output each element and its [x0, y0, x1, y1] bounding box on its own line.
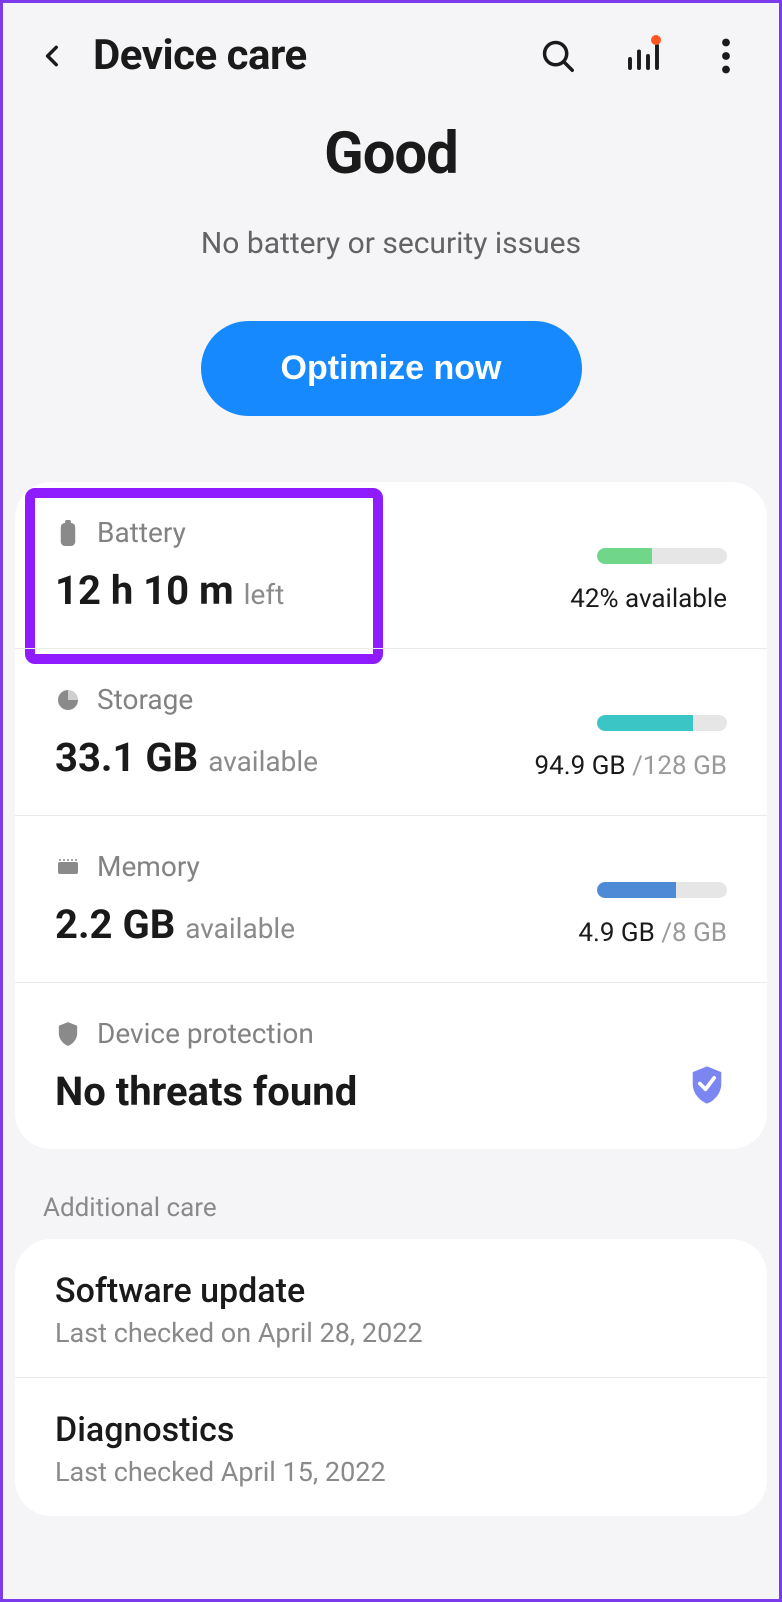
storage-row[interactable]: Storage 33.1 GB available 94.9 GB /128 G…	[15, 649, 767, 816]
battery-bar	[597, 548, 727, 564]
battery-label: Battery	[97, 516, 186, 549]
memory-total: 8 GB	[672, 918, 727, 948]
status-title: Good	[33, 120, 749, 188]
memory-label: Memory	[97, 850, 200, 883]
optimize-button[interactable]: Optimize now	[201, 321, 582, 416]
protection-status: No threats found	[55, 1068, 357, 1115]
storage-total: 128 GB	[643, 751, 727, 781]
app-header: Device care	[3, 3, 779, 100]
storage-used: 94.9 GB	[535, 751, 626, 781]
protection-row[interactable]: Device protection No threats found	[15, 983, 767, 1149]
storage-label: Storage	[97, 683, 193, 716]
storage-icon	[55, 687, 81, 713]
storage-usage: 94.9 GB /128 GB	[535, 751, 727, 781]
additional-card: Software update Last checked on April 28…	[15, 1239, 767, 1516]
battery-icon	[55, 520, 81, 546]
shield-icon	[55, 1021, 81, 1047]
memory-bar	[597, 882, 727, 898]
chevron-left-icon	[40, 38, 66, 74]
storage-value: 33.1 GB	[55, 734, 198, 781]
additional-care-label: Additional care	[3, 1149, 779, 1239]
search-icon	[539, 37, 577, 75]
battery-suffix: left	[244, 578, 285, 611]
storage-bar-fill	[597, 715, 693, 731]
search-button[interactable]	[535, 33, 581, 79]
memory-usage: 4.9 GB /8 GB	[578, 918, 727, 948]
memory-used: 4.9 GB	[578, 918, 654, 948]
memory-icon	[55, 854, 81, 880]
status-block: Good No battery or security issues Optim…	[3, 100, 779, 466]
software-update-row[interactable]: Software update Last checked on April 28…	[15, 1239, 767, 1378]
diagnostics-row[interactable]: Diagnostics Last checked April 15, 2022	[15, 1378, 767, 1516]
memory-value: 2.2 GB	[55, 901, 175, 948]
usage-button[interactable]	[619, 33, 665, 79]
shield-check-icon	[687, 1065, 727, 1105]
diagnostics-title: Diagnostics	[55, 1410, 727, 1450]
page-title: Device care	[93, 31, 497, 80]
storage-suffix: available	[208, 745, 318, 778]
diagnostics-sub: Last checked April 15, 2022	[55, 1456, 727, 1488]
memory-suffix: available	[185, 912, 295, 945]
battery-row[interactable]: Battery 12 h 10 m left 42% available	[15, 482, 767, 649]
notification-dot-icon	[651, 35, 661, 45]
battery-percent: 42% available	[570, 584, 727, 614]
memory-row[interactable]: Memory 2.2 GB available 4.9 GB /8 GB	[15, 816, 767, 983]
protection-label: Device protection	[97, 1017, 314, 1050]
battery-bar-fill	[597, 548, 652, 564]
metrics-card: Battery 12 h 10 m left 42% available Sto…	[15, 482, 767, 1149]
battery-time: 12 h 10 m	[55, 567, 234, 614]
storage-bar	[597, 715, 727, 731]
software-update-sub: Last checked on April 28, 2022	[55, 1317, 727, 1349]
software-update-title: Software update	[55, 1271, 727, 1311]
status-subtitle: No battery or security issues	[33, 226, 749, 261]
back-button[interactable]	[33, 36, 73, 76]
memory-bar-fill	[597, 882, 676, 898]
more-vertical-icon	[721, 38, 731, 74]
more-button[interactable]	[703, 33, 749, 79]
